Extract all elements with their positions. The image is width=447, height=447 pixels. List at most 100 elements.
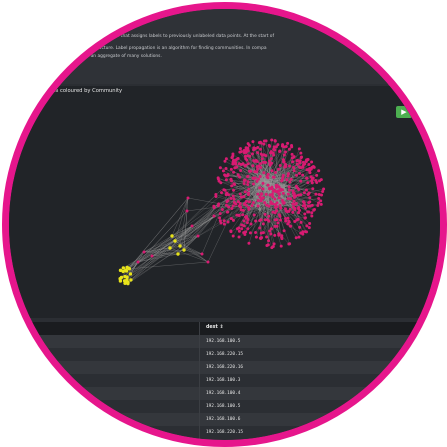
graph-node <box>252 183 255 186</box>
dest-cell: 192.168.100.5 <box>206 339 240 344</box>
graph-node <box>247 193 250 196</box>
graph-node <box>293 199 296 202</box>
graph-node <box>243 233 246 236</box>
graph-node <box>231 161 234 164</box>
graph-node <box>268 162 271 165</box>
graph-edge <box>127 216 214 267</box>
description-header: ation g algorithm that assigns labels to… <box>2 2 447 84</box>
graph-node <box>230 168 233 171</box>
graph-edge <box>172 236 208 262</box>
graph-node <box>288 148 291 151</box>
table-row[interactable]: 192.168.100.4 <box>2 387 447 400</box>
graph-node <box>265 204 268 207</box>
graph-node <box>214 195 217 198</box>
graph-node <box>260 193 263 196</box>
table-row[interactable]: 192.168.220.15 <box>2 348 447 361</box>
graph-node <box>262 231 265 234</box>
graph-node <box>276 143 279 146</box>
graph-node <box>292 189 295 192</box>
table-row[interactable]: 192.168.100.5 <box>2 335 447 348</box>
graph-node <box>274 203 277 206</box>
graph-node <box>262 143 265 146</box>
graph-node <box>263 140 266 143</box>
graph-node <box>137 261 140 264</box>
table-row[interactable]: 192.168.220.16 <box>2 361 447 374</box>
graph-node <box>299 180 302 183</box>
graph-node <box>245 216 248 219</box>
graph-node <box>268 187 271 190</box>
graph-node <box>295 236 298 239</box>
graph-node <box>311 187 314 190</box>
graph-edge <box>128 204 247 282</box>
graph-node <box>246 147 249 150</box>
graph-node <box>315 174 318 177</box>
graph-node <box>256 168 259 171</box>
graph-node <box>288 180 291 183</box>
graph-node <box>281 178 284 181</box>
graph-node <box>234 162 237 165</box>
graph-node <box>303 163 306 166</box>
graph-node <box>253 213 256 216</box>
graph-node <box>298 147 301 150</box>
dest-cell: 192.168.100.3 <box>206 378 240 383</box>
table-row[interactable]: 192.168.100.6 <box>2 413 447 426</box>
graph-node <box>129 278 132 281</box>
graph-node <box>226 199 229 202</box>
graph-node <box>247 162 250 165</box>
graph-node <box>129 272 132 275</box>
graph-node <box>240 208 243 211</box>
graph-node <box>223 160 226 163</box>
graph-edge <box>121 216 216 277</box>
graph-node <box>246 227 249 230</box>
graph-node <box>308 169 311 172</box>
graph-node <box>296 163 299 166</box>
graph-node <box>322 188 325 191</box>
graph-node <box>278 193 281 196</box>
graph-node <box>269 151 272 154</box>
graph-node <box>264 218 267 221</box>
graph-node <box>268 230 271 233</box>
graph-node <box>280 245 283 248</box>
graph-node <box>273 197 276 200</box>
graph-node <box>294 207 297 210</box>
graph-node <box>290 178 293 181</box>
table-row[interactable]: 192.168.220.15 <box>2 426 447 439</box>
graph-node <box>265 188 268 191</box>
graph-node <box>299 193 302 196</box>
graph-node <box>234 159 237 162</box>
column-header-dest[interactable]: dest ⇕ <box>206 325 224 330</box>
graph-node <box>251 204 254 207</box>
graph-node <box>277 168 280 171</box>
graph-node <box>290 144 293 147</box>
graph-node <box>271 187 274 190</box>
graph-node <box>291 153 294 156</box>
graph-node <box>303 213 306 216</box>
graph-node <box>262 196 265 199</box>
graph-node <box>306 211 309 214</box>
graph-node <box>268 144 271 147</box>
table-row[interactable]: 192.168.100.3 <box>2 374 447 387</box>
graph-node <box>256 146 259 149</box>
graph-edge <box>188 198 237 207</box>
graph-node <box>320 203 323 206</box>
graph-node <box>178 244 181 247</box>
graph-node <box>291 156 294 159</box>
graph-node <box>263 201 266 204</box>
graph-node <box>308 222 311 225</box>
graph-node <box>201 253 204 256</box>
graph-node <box>273 234 276 237</box>
dest-cell: 192.168.220.16 <box>206 365 243 370</box>
graph-node <box>265 175 268 178</box>
graph-node <box>236 227 239 230</box>
graph-node <box>259 162 262 165</box>
graph-node <box>280 234 283 237</box>
table-row[interactable]: 192.168.100.5 <box>2 400 447 413</box>
network-graph[interactable] <box>2 86 447 318</box>
graph-node <box>230 156 233 159</box>
graph-node <box>249 231 252 234</box>
description-line: g algorithm that assigns labels to previ… <box>94 34 274 39</box>
graph-node <box>284 165 287 168</box>
graph-node <box>289 197 292 200</box>
graph-node <box>186 210 189 213</box>
graph-node <box>126 281 129 284</box>
